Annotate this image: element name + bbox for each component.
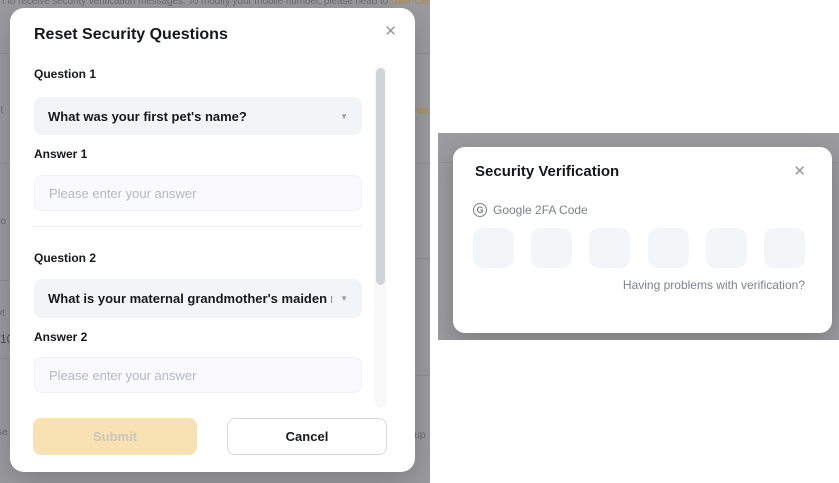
question1-select[interactable]: What was your first pet's name? ▼: [34, 97, 362, 135]
2fa-code-box-2[interactable]: [531, 228, 572, 268]
2fa-code-box-6[interactable]: [764, 228, 805, 268]
answer2-label: Answer 2: [34, 330, 87, 344]
submit-button[interactable]: Submit: [33, 418, 197, 455]
background-divider: [415, 375, 430, 376]
background-divider: [415, 258, 430, 259]
section-divider: [34, 226, 362, 227]
dimmed-page-left: t to receive security verification messa…: [0, 0, 430, 483]
background-page-text: t to receive security verification messa…: [2, 0, 430, 8]
background-divider: [415, 163, 430, 164]
background-divider: [415, 53, 430, 54]
background-divider: [0, 280, 10, 281]
dimmed-overlay-band: Security Verification ✕ G Google 2FA Cod…: [438, 133, 839, 340]
2fa-code-inputs: [473, 228, 805, 268]
2fa-code-box-1[interactable]: [473, 228, 514, 268]
chevron-down-icon: ▼: [340, 294, 348, 303]
reset-security-questions-modal: Reset Security Questions ✕ Question 1 Wh…: [10, 8, 415, 472]
google-authenticator-icon: G: [473, 203, 487, 217]
google-2fa-label: Google 2FA Code: [493, 203, 588, 217]
modal-scrollbar-track: [374, 65, 387, 408]
background-text-fragment: yt: [0, 308, 5, 319]
question1-selected-value: What was your first pet's name?: [48, 109, 247, 124]
background-divider: [0, 163, 10, 164]
2fa-code-box-3[interactable]: [589, 228, 630, 268]
2fa-code-box-4[interactable]: [648, 228, 689, 268]
answer2-input[interactable]: [34, 357, 362, 393]
2fa-code-box-5[interactable]: [706, 228, 747, 268]
google-2fa-row: G Google 2FA Code: [473, 203, 588, 217]
question2-label: Question 2: [34, 251, 96, 265]
background-text-fragment: t t: [0, 105, 3, 116]
modal-title: Reset Security Questions: [34, 26, 228, 44]
answer1-input[interactable]: [34, 175, 362, 211]
background-sentence: t to receive security verification messa…: [2, 0, 391, 7]
question2-select[interactable]: What is your maternal grandmother's maid…: [34, 279, 362, 318]
verification-help-link[interactable]: Having problems with verification?: [473, 278, 805, 292]
question2-selected-value: What is your maternal grandmother's maid…: [48, 291, 332, 306]
security-verification-modal: Security Verification ✕ G Google 2FA Cod…: [453, 147, 832, 333]
answer1-label: Answer 1: [34, 147, 87, 161]
close-icon[interactable]: ✕: [793, 164, 806, 179]
background-divider: [0, 53, 10, 54]
background-divider: [0, 358, 10, 359]
modal-title: Security Verification: [475, 163, 619, 180]
background-link-fragment: nte: [414, 106, 428, 117]
screenshot-stage: t to receive security verification messa…: [0, 0, 839, 483]
background-text-fragment: se: [0, 427, 8, 438]
close-icon[interactable]: ✕: [384, 24, 397, 39]
user-center-link: User Cente: [391, 0, 430, 7]
page-area-right: Security Verification ✕ G Google 2FA Cod…: [430, 0, 839, 483]
background-text-fragment: ro: [0, 216, 6, 227]
chevron-down-icon: ▼: [340, 112, 348, 121]
question1-label: Question 1: [34, 67, 96, 81]
modal-scrollbar-thumb[interactable]: [376, 68, 385, 285]
cancel-button[interactable]: Cancel: [227, 418, 387, 455]
